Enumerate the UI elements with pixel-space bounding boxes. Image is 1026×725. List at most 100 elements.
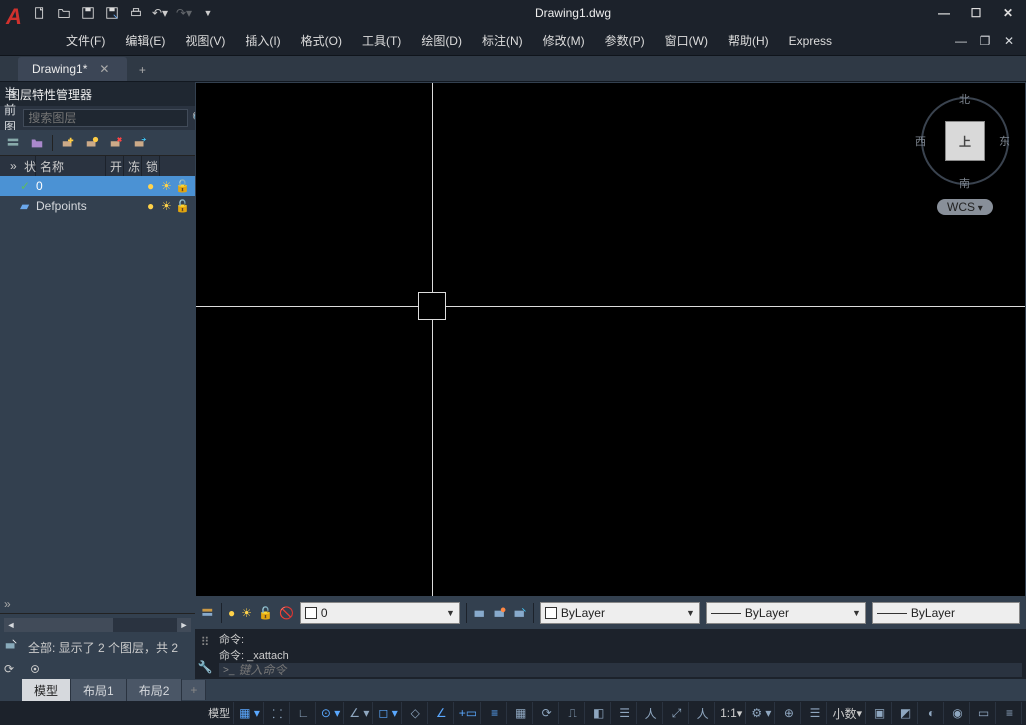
menu-help[interactable]: 帮助(H) <box>718 28 779 53</box>
add-tab-button[interactable]: + <box>131 59 153 81</box>
scroll-thumb[interactable] <box>18 618 113 632</box>
col-lock[interactable]: 锁 <box>142 156 160 177</box>
annoscale-icon[interactable]: 人 <box>691 702 715 724</box>
color-combo[interactable]: ByLayer ▼ <box>540 602 700 624</box>
viewcube[interactable]: 北 南 东 西 上 WCS ▾ <box>915 91 1015 221</box>
layer-row[interactable]: ▰ Defpoints ● ☀ 🔓 <box>0 196 195 216</box>
col-on[interactable]: 开 <box>106 156 124 177</box>
dyn-input-toggle[interactable]: +▭ <box>456 702 481 724</box>
linetype-combo[interactable]: ByLayer ▼ <box>706 602 866 624</box>
ws-switch-icon[interactable]: ⚙ ▾ <box>748 702 775 724</box>
qat-saveas-icon[interactable] <box>104 5 120 21</box>
delete-layer-icon[interactable] <box>107 134 125 152</box>
match-layer-icon[interactable] <box>473 602 487 624</box>
tab-model[interactable]: 模型 <box>22 679 71 702</box>
viewcube-south[interactable]: 南 <box>959 175 970 191</box>
menu-view[interactable]: 视图(V) <box>175 28 235 53</box>
polar-toggle[interactable]: ⊙ ▾ <box>318 702 344 724</box>
3dosnap-toggle[interactable]: ◇ <box>404 702 428 724</box>
maximize-button[interactable]: ☐ <box>962 3 990 23</box>
layer-search-input[interactable] <box>23 109 188 127</box>
layer-freeze-icon[interactable]: ☀ <box>241 602 252 624</box>
menu-parametric[interactable]: 参数(P) <box>595 28 655 53</box>
col-state[interactable]: 状 <box>20 156 36 177</box>
doc-restore-button[interactable]: ❐ <box>974 32 996 50</box>
invert-filter-icon[interactable] <box>4 638 22 656</box>
doc-minimize-button[interactable]: — <box>950 32 972 50</box>
document-tab-active[interactable]: Drawing1* ✕ <box>18 57 127 81</box>
col-name[interactable]: 名称 <box>36 156 106 177</box>
layer-prev-icon[interactable] <box>513 602 527 624</box>
customize-icon[interactable]: ≡ <box>998 702 1022 724</box>
qat-save-icon[interactable] <box>80 5 96 21</box>
autoscale-icon[interactable]: ⤢ <box>665 702 689 724</box>
settings-icon[interactable] <box>28 662 46 680</box>
menu-modify[interactable]: 修改(M) <box>533 28 595 53</box>
menu-format[interactable]: 格式(O) <box>291 28 352 53</box>
panel-hscroll[interactable]: ◄ ► <box>4 618 191 632</box>
menu-tools[interactable]: 工具(T) <box>352 28 411 53</box>
menu-file[interactable]: 文件(F) <box>56 28 115 53</box>
annomon-icon[interactable]: 人 <box>639 702 663 724</box>
qat-new-icon[interactable] <box>32 5 48 21</box>
close-tab-icon[interactable]: ✕ <box>99 62 109 76</box>
doc-close-button[interactable]: ✕ <box>998 32 1020 50</box>
layer-noprint-icon[interactable]: 🚫 <box>279 602 294 624</box>
layer-filter-icon[interactable] <box>4 134 22 152</box>
on-icon[interactable]: ● <box>147 199 161 213</box>
menu-window[interactable]: 窗口(W) <box>655 28 718 53</box>
lineweight-toggle[interactable]: ≡ <box>483 702 507 724</box>
cycling-toggle[interactable]: ⟳ <box>535 702 559 724</box>
hwacc-icon[interactable]: ◉ <box>946 702 970 724</box>
qat-open-icon[interactable] <box>56 5 72 21</box>
layer-iso-icon[interactable] <box>493 602 507 624</box>
lock-icon[interactable]: 🔓 <box>175 199 189 213</box>
tab-layout2[interactable]: 布局2 <box>127 679 183 702</box>
lock-icon[interactable]: 🔓 <box>175 179 189 193</box>
menu-express[interactable]: Express <box>779 30 842 52</box>
menu-insert[interactable]: 插入(I) <box>235 28 290 53</box>
scale-button[interactable]: 1:1 ▾ <box>717 702 746 724</box>
drawing-canvas[interactable]: 北 南 东 西 上 WCS ▾ <box>195 82 1026 597</box>
cmd-wrench-icon[interactable]: 🔧 <box>198 660 213 674</box>
layer-props-icon[interactable] <box>201 602 215 624</box>
iso-toggle[interactable]: ∠ ▾ <box>346 702 373 724</box>
model-space-button[interactable]: 模型 <box>205 702 234 724</box>
viewcube-west[interactable]: 西 <box>915 133 926 149</box>
on-icon[interactable]: ● <box>147 179 161 193</box>
tab-layout1[interactable]: 布局1 <box>71 679 127 702</box>
col-freeze[interactable]: 冻 <box>124 156 142 177</box>
scroll-left-icon[interactable]: ◄ <box>4 618 18 632</box>
new-layer-vp-icon[interactable] <box>83 134 101 152</box>
annomon2-icon[interactable]: ⊕ <box>777 702 801 724</box>
menu-edit[interactable]: 编辑(E) <box>115 28 175 53</box>
lineweight-combo[interactable]: ByLayer <box>872 602 1020 624</box>
menu-dimension[interactable]: 标注(N) <box>472 28 533 53</box>
qat-print-icon[interactable] <box>128 5 144 21</box>
layer-lock-icon[interactable]: 🔓 <box>258 602 273 624</box>
viewcube-east[interactable]: 东 <box>999 133 1010 149</box>
command-input-row[interactable]: >_ <box>219 663 1022 677</box>
transparency-toggle[interactable]: ▦ <box>509 702 533 724</box>
viewcube-top[interactable]: 上 <box>945 121 985 161</box>
wcs-dropdown[interactable]: WCS ▾ <box>937 199 993 215</box>
command-input[interactable] <box>238 663 1018 677</box>
tpy-toggle[interactable]: ⎍ <box>561 702 585 724</box>
menu-draw[interactable]: 绘图(D) <box>411 28 472 53</box>
scroll-right-icon[interactable]: ► <box>177 618 191 632</box>
layer-row[interactable]: ✓ 0 ● ☀ 🔓 <box>0 176 195 196</box>
cleanscreen-icon[interactable]: ▭ <box>972 702 996 724</box>
layer-on-icon[interactable]: ● <box>228 602 235 624</box>
osnap-toggle[interactable]: ◻ ▾ <box>375 702 401 724</box>
qat-redo-icon[interactable]: ↷▾ <box>176 5 192 21</box>
units-button[interactable]: 小数 ▾ <box>829 702 866 724</box>
viewcube-north[interactable]: 北 <box>959 91 970 107</box>
new-layer-icon[interactable] <box>59 134 77 152</box>
freeze-icon[interactable]: ☀ <box>161 179 175 193</box>
set-current-icon[interactable] <box>131 134 149 152</box>
refresh-icon[interactable]: ⟳ <box>4 662 22 680</box>
quickprops-icon[interactable]: ▣ <box>868 702 892 724</box>
cmd-history-icon[interactable]: ⠿ <box>201 635 210 649</box>
freeze-icon[interactable]: ☀ <box>161 199 175 213</box>
qat-undo-icon[interactable]: ↶▾ <box>152 5 168 21</box>
